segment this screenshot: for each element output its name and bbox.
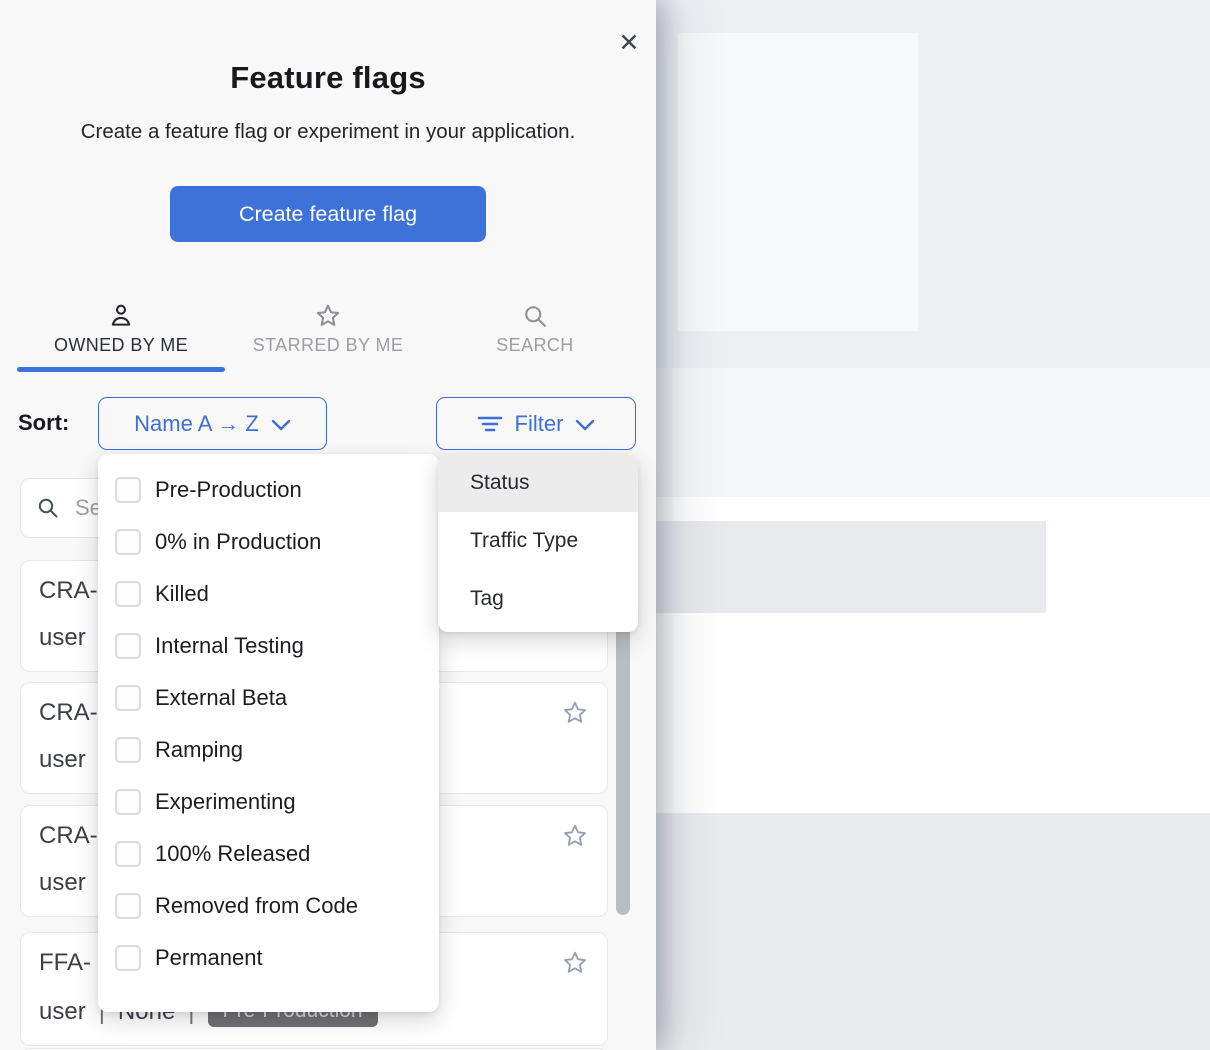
magnifier-icon [450,298,620,330]
menu-item-permanent[interactable]: Permanent [98,932,439,984]
sort-value: Name A → Z [134,411,259,437]
star-icon [228,298,428,330]
flag-name: CRA- [39,822,98,850]
menu-item-ramping[interactable]: Ramping [98,724,439,776]
checkbox[interactable] [115,737,141,763]
checkbox[interactable] [115,893,141,919]
menu-item-label: Removed from Code [155,893,358,919]
menu-item-external-beta[interactable]: External Beta [98,672,439,724]
flag-name: CRA- [39,577,98,605]
menu-item-label: Killed [155,581,209,607]
menu-item-removed-from-code[interactable]: Removed from Code [98,880,439,932]
checkbox[interactable] [115,529,141,555]
checkbox[interactable] [115,841,141,867]
bg-region-gray-block [656,521,1046,613]
chevron-down-icon [271,419,291,431]
menu-item-experimenting[interactable]: Experimenting [98,776,439,828]
screen: ✕ Feature flags Create a feature flag or… [0,0,1210,1050]
filter-dropdown-button[interactable]: Filter [436,397,636,450]
search-icon [36,496,60,520]
status-filter-menu: Pre-Production 0% in Production Killed I… [98,454,439,1012]
sort-label: Sort: [18,410,69,436]
menu-item-status[interactable]: Status [438,454,638,512]
menu-item-pre-production[interactable]: Pre-Production [98,464,439,516]
tab-search[interactable]: SEARCH [450,298,620,356]
menu-item-label: Pre-Production [155,477,302,503]
bg-region-band [656,368,1210,497]
filter-lines-icon [477,414,503,434]
flag-traffic-type: user [39,998,86,1026]
menu-item-label: Experimenting [155,789,296,815]
flag-name: FFA- [39,949,91,977]
flag-traffic-type: user [39,624,86,652]
page-title: Feature flags [0,60,656,96]
menu-item-label: 0% in Production [155,529,321,555]
filter-label: Filter [515,411,564,437]
menu-item-internal-testing[interactable]: Internal Testing [98,620,439,672]
tab-starred-by-me[interactable]: STARRED BY ME [228,298,428,356]
sort-dropdown-button[interactable]: Name A → Z [98,397,327,450]
menu-item-label: Internal Testing [155,633,304,659]
checkbox[interactable] [115,477,141,503]
tab-label: OWNED BY ME [16,335,226,356]
star-icon[interactable] [561,822,589,850]
chevron-down-icon [575,419,595,431]
menu-item-label: 100% Released [155,841,310,867]
page-subtitle: Create a feature flag or experiment in y… [0,120,656,144]
checkbox[interactable] [115,581,141,607]
menu-item-tag[interactable]: Tag [438,570,638,628]
menu-item-label: Ramping [155,737,243,763]
active-tab-underline [17,367,225,372]
create-feature-flag-button[interactable]: Create feature flag [170,186,486,242]
filter-field-menu: Status Traffic Type Tag [438,454,638,632]
bg-region-inset-card [678,33,918,331]
checkbox[interactable] [115,633,141,659]
checkbox[interactable] [115,945,141,971]
menu-item-100-released[interactable]: 100% Released [98,828,439,880]
bg-region-bottom [656,813,1210,1050]
menu-item-0-in-production[interactable]: 0% in Production [98,516,439,568]
checkbox[interactable] [115,685,141,711]
menu-item-killed[interactable]: Killed [98,568,439,620]
menu-item-label: Permanent [155,945,263,971]
star-icon[interactable] [561,949,589,977]
tab-label: SEARCH [450,335,620,356]
flag-name: CRA- [39,699,98,727]
menu-item-traffic-type[interactable]: Traffic Type [438,512,638,570]
person-icon [16,298,226,330]
close-icon[interactable]: ✕ [612,26,646,60]
checkbox[interactable] [115,789,141,815]
tab-owned-by-me[interactable]: OWNED BY ME [16,298,226,356]
flag-traffic-type: user [39,869,86,897]
star-icon[interactable] [561,699,589,727]
flag-traffic-type: user [39,746,86,774]
tab-label: STARRED BY ME [228,335,428,356]
menu-item-label: External Beta [155,685,287,711]
